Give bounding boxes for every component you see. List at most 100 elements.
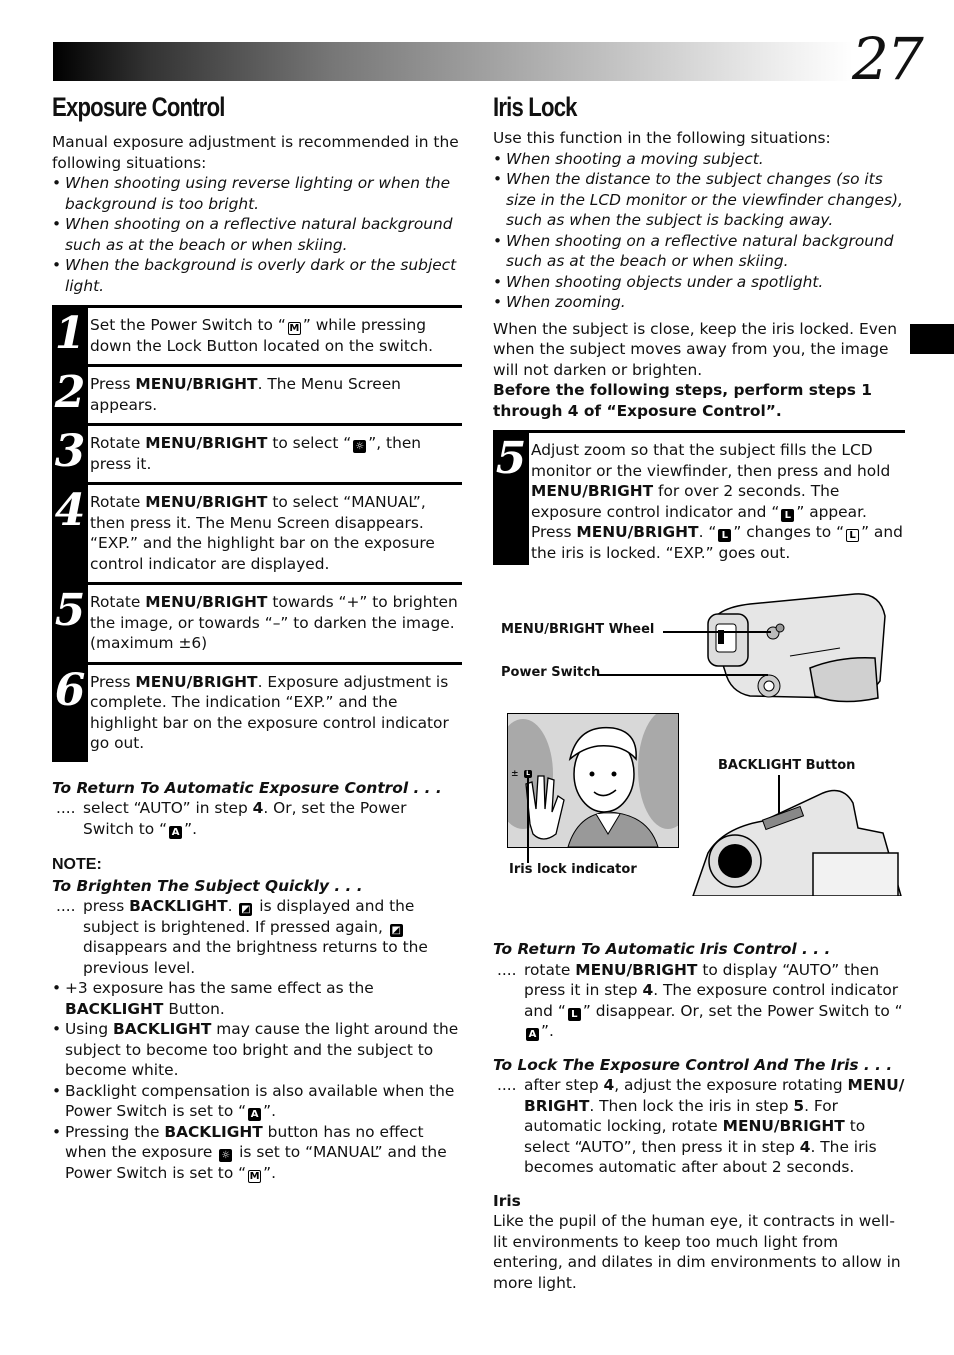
text: Using: [65, 1020, 113, 1038]
text: disappears and the brightness returns to…: [83, 938, 428, 977]
iris-lock-indicator-label: Iris lock indicator: [509, 862, 637, 877]
list-item: When shooting on a reflective natural ba…: [52, 214, 462, 255]
step-number: 2: [52, 367, 88, 423]
list-item: When zooming.: [493, 292, 905, 313]
person-waving-illustration: [508, 714, 678, 847]
text: .: [227, 897, 233, 915]
step-text: Press: [90, 672, 136, 691]
text: Pressing the: [65, 1122, 165, 1141]
list-item: When the distance to the subject changes…: [493, 169, 905, 231]
text: ” changes to “: [733, 523, 845, 541]
header-gradient-bar: [53, 42, 853, 81]
button-name: BACKLIGHT: [164, 1122, 263, 1141]
button-name: BACKLIGHT: [112, 1020, 212, 1038]
step-text: Rotate: [90, 434, 146, 452]
camcorder-side-illustration: [707, 593, 886, 703]
menu-bright-wheel-label: MENU/BRIGHT Wheel: [501, 622, 655, 637]
return-auto-exposure: To Return To Automatic Exposure Control …: [52, 778, 462, 840]
auto-mode-icon: A: [169, 825, 183, 839]
step-number: 6: [52, 664, 88, 762]
step-ref: 4: [603, 1076, 615, 1094]
lock-exposure-and-iris: To Lock The Exposure Control And The Iri…: [493, 1055, 905, 1178]
step-ref: 5: [793, 1096, 805, 1115]
situations-list: When shooting a moving subject. When the…: [493, 149, 905, 313]
step-ref: 4: [252, 799, 264, 817]
prerequisite-note: Before the following steps, perform step…: [493, 381, 872, 420]
exposure-icon: ☼: [219, 1149, 233, 1162]
button-name: MENU/BRIGHT: [531, 482, 654, 500]
list-item: When shooting objects under a spotlight.: [493, 272, 905, 293]
step-3: 3 Rotate MENU/BRIGHT to select “☼”, then…: [52, 423, 462, 482]
button-name: MENU/BRIGHT: [722, 1117, 845, 1135]
subheading: To Lock The Exposure Control And The Iri…: [493, 1055, 893, 1074]
left-column: Manual exposure adjustment is recommende…: [52, 132, 462, 1183]
iris-definition: Iris Like the pupil of the human eye, it…: [493, 1191, 905, 1294]
callout-line: [527, 777, 529, 863]
backlight-icon: ◩: [389, 923, 403, 937]
text: . Then lock the iris in step: [589, 1096, 794, 1115]
step-number: 5: [493, 433, 529, 565]
step-number: 5: [52, 585, 88, 662]
text: rotate: [524, 960, 576, 979]
button-name: BACKLIGHT: [65, 999, 164, 1018]
list-item: Backlight compensation is also available…: [52, 1081, 462, 1122]
step-number: 4: [52, 485, 88, 582]
intro-text: Manual exposure adjustment is recommende…: [52, 133, 459, 172]
step-5: 5 Adjust zoom so that the subject fills …: [493, 430, 905, 565]
manual-mode-icon: M: [248, 1169, 262, 1183]
list-item: When shooting a moving subject.: [493, 149, 905, 170]
callout-line: [663, 631, 771, 633]
text: +3 exposure has the same effect as the: [65, 979, 374, 997]
list-item: When shooting using reverse lighting or …: [52, 173, 462, 214]
return-auto-iris: To Return To Automatic Iris Control . . …: [493, 939, 905, 1042]
subheading: To Return To Automatic Exposure Control …: [52, 778, 442, 797]
step-text: to select “: [267, 434, 352, 452]
lcd-screen-illustration: ± L: [507, 713, 679, 848]
text: ”.: [541, 1022, 554, 1040]
note-label: NOTE:: [52, 856, 102, 873]
leader-dots: ....: [497, 1076, 517, 1094]
text: ”.: [263, 1163, 276, 1182]
lock-indicator-icon: L: [567, 1007, 581, 1021]
step-number: 1: [52, 308, 88, 364]
button-name: MENU/BRIGHT: [135, 672, 258, 691]
step-text: Press: [90, 375, 136, 393]
locked-icon: L: [846, 529, 860, 542]
leader-dots: ....: [56, 799, 76, 817]
text: , adjust the exposure rotating: [614, 1076, 848, 1094]
step-number: 3: [52, 426, 88, 482]
list-item: When shooting on a reflective natural ba…: [493, 231, 905, 272]
button-name: MENU/BRIGHT: [145, 434, 268, 452]
list-item: Pressing the BACKLIGHT button has no eff…: [52, 1122, 462, 1184]
text: . “: [698, 523, 717, 541]
step-text: Set the Power Switch to “: [90, 316, 286, 334]
button-name: MENU/BRIGHT: [575, 960, 698, 979]
manual-mode-icon: M: [287, 322, 301, 335]
subheading: To Return To Automatic Iris Control . . …: [493, 940, 831, 958]
subheading: To Brighten The Subject Quickly . . .: [52, 876, 363, 895]
definition-text: Like the pupil of the human eye, it cont…: [493, 1212, 901, 1292]
exposure-indicator: ±: [511, 769, 519, 779]
auto-mode-icon: A: [248, 1108, 262, 1121]
step-2: 2 Press MENU/BRIGHT. The Menu Screen app…: [52, 364, 462, 423]
leader-dots: ....: [497, 960, 517, 979]
step-5: 5 Rotate MENU/BRIGHT towards “+” to brig…: [52, 582, 462, 662]
list-item: When the background is overly dark or th…: [52, 255, 462, 296]
page-number: 27: [852, 25, 924, 93]
power-switch-label: Power Switch: [501, 665, 601, 680]
backlight-button-label: BACKLIGHT Button: [718, 758, 856, 773]
step-ref: 4: [799, 1137, 811, 1156]
button-name: BACKLIGHT: [129, 897, 228, 915]
note-list: +3 exposure has the same effect as the B…: [52, 978, 462, 1183]
button-name: MENU/BRIGHT: [576, 523, 699, 541]
lock-indicator-icon: L: [718, 529, 732, 542]
text: ”.: [184, 819, 197, 838]
exposure-icon: ☼: [353, 440, 367, 453]
section-tab-marker: [910, 324, 954, 354]
backlight-icon: ◩: [239, 903, 253, 916]
leader-dots: ....: [56, 897, 76, 915]
button-name: MENU/BRIGHT: [135, 375, 258, 393]
step-1: 1 Set the Power Switch to “M” while pres…: [52, 305, 462, 364]
definition-term: Iris: [493, 1191, 521, 1210]
list-item: Using BACKLIGHT may cause the light arou…: [52, 1019, 462, 1081]
